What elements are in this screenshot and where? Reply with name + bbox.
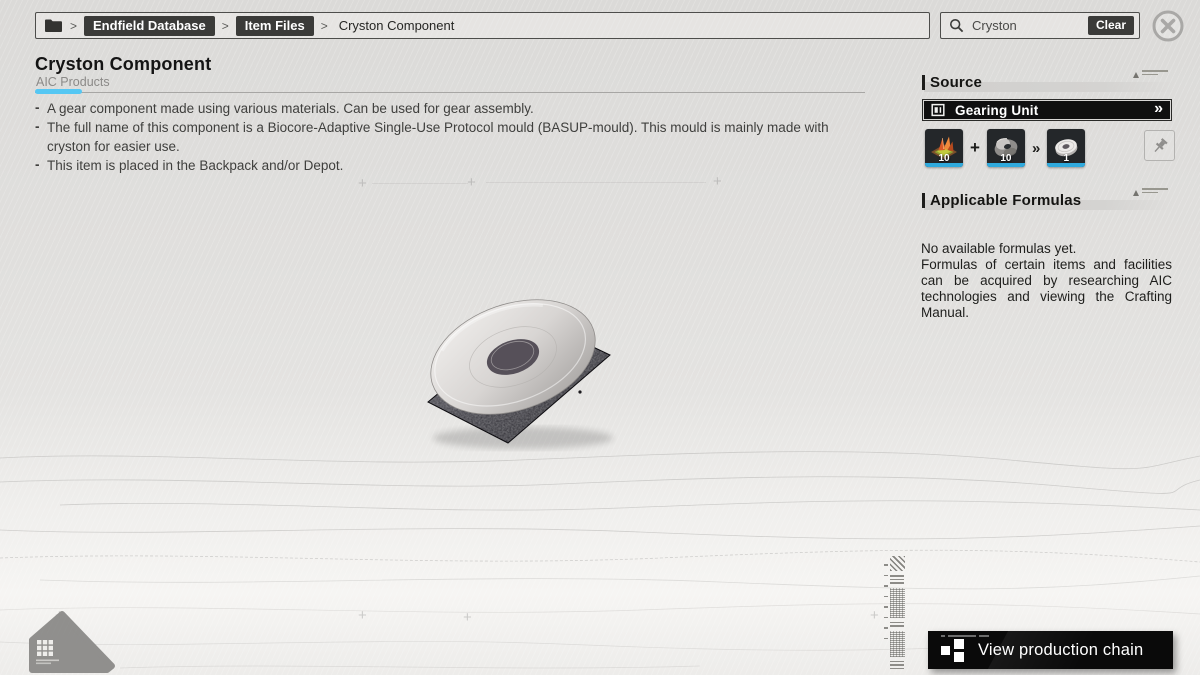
source-section-header: Source xyxy=(922,72,1172,92)
breadcrumb-separator: > xyxy=(70,20,77,32)
breadcrumb-item-endfield-database[interactable]: Endfield Database xyxy=(84,16,215,36)
arrow-operator: » xyxy=(1032,140,1040,157)
faint-line-decoration xyxy=(486,182,706,183)
item-category: AIC Products xyxy=(36,75,110,89)
production-chain-icon xyxy=(941,638,965,662)
search-input[interactable] xyxy=(970,17,1082,34)
page-title: Cryston Component xyxy=(35,54,211,75)
header-bar-decoration xyxy=(922,75,925,90)
search-icon xyxy=(949,18,964,33)
tiny-label-decoration xyxy=(941,635,989,637)
recipe-input-icon-originium-crystal[interactable]: 10 xyxy=(925,129,963,167)
breadcrumb-item-item-files[interactable]: Item Files xyxy=(236,16,314,36)
facility-label: Gearing Unit xyxy=(955,103,1144,118)
formulas-empty-message: No available formulas yet. Formulas of c… xyxy=(921,241,1172,321)
formulas-section-header: Applicable Formulas xyxy=(922,190,1172,210)
folder-icon[interactable] xyxy=(44,18,63,33)
facility-icon xyxy=(931,103,945,117)
view-production-chain-label: View production chain xyxy=(978,641,1143,660)
item-description-list: A gear component made using various mate… xyxy=(35,99,850,175)
description-bullet: The full name of this component is a Bio… xyxy=(35,118,850,156)
code-strip-decoration xyxy=(884,556,908,673)
plus-operator: + xyxy=(970,138,980,158)
close-button[interactable] xyxy=(1151,9,1185,43)
plus-marker-decoration: + xyxy=(358,176,367,191)
view-production-chain-button[interactable]: View production chain xyxy=(928,631,1173,669)
formulas-header-label: Applicable Formulas xyxy=(930,192,1081,209)
corner-mark-decoration xyxy=(1133,70,1168,78)
search-box: Clear xyxy=(940,12,1140,39)
rarity-strip xyxy=(925,163,963,167)
endfield-database-screen: + + + + + + + > Endfield Database > Item… xyxy=(0,0,1200,675)
formulas-empty-body: Formulas of certain items and facilities… xyxy=(921,257,1172,320)
header-bar-decoration xyxy=(922,193,925,208)
faint-line-decoration xyxy=(372,183,468,184)
double-chevron-icon: » xyxy=(1154,101,1163,117)
recipe-output-icon-cryston-component[interactable]: 1 xyxy=(1047,129,1085,167)
close-icon xyxy=(1151,9,1185,43)
plus-marker-decoration: + xyxy=(870,608,879,623)
plus-marker-decoration: + xyxy=(358,608,367,623)
pin-button[interactable] xyxy=(1144,130,1175,161)
breadcrumb-separator: > xyxy=(222,20,229,32)
plus-marker-decoration: + xyxy=(713,174,722,189)
plus-marker-decoration: + xyxy=(463,610,472,625)
clear-search-button[interactable]: Clear xyxy=(1088,16,1134,35)
triangle-icon xyxy=(1133,190,1139,196)
description-bullet: This item is placed in the Backpack and/… xyxy=(35,156,850,175)
grid-icon xyxy=(37,640,53,656)
formulas-empty-title: No available formulas yet. xyxy=(921,241,1076,256)
category-accent-bar xyxy=(35,89,82,94)
corner-mark-decoration xyxy=(1133,188,1168,196)
corner-menu-tab[interactable] xyxy=(0,600,130,675)
source-header-label: Source xyxy=(930,74,982,91)
header-divider xyxy=(35,92,865,93)
breadcrumb: > Endfield Database > Item Files > Cryst… xyxy=(35,12,930,39)
rarity-strip xyxy=(987,163,1025,167)
recipe-input-icon-raw-cryston[interactable]: 10 xyxy=(987,129,1025,167)
breadcrumb-separator: > xyxy=(321,20,328,32)
description-bullet: A gear component made using various mate… xyxy=(35,99,850,118)
plus-marker-decoration: + xyxy=(467,175,476,190)
recipe-row: 10 + 10 » 1 xyxy=(925,127,1085,169)
facility-gearing-unit-button[interactable]: Gearing Unit » xyxy=(922,99,1172,121)
rarity-strip xyxy=(1047,163,1085,167)
pushpin-icon xyxy=(1150,136,1170,156)
triangle-icon xyxy=(1133,72,1139,78)
item-3d-render xyxy=(408,288,648,458)
breadcrumb-item-current: Cryston Component xyxy=(339,18,455,33)
